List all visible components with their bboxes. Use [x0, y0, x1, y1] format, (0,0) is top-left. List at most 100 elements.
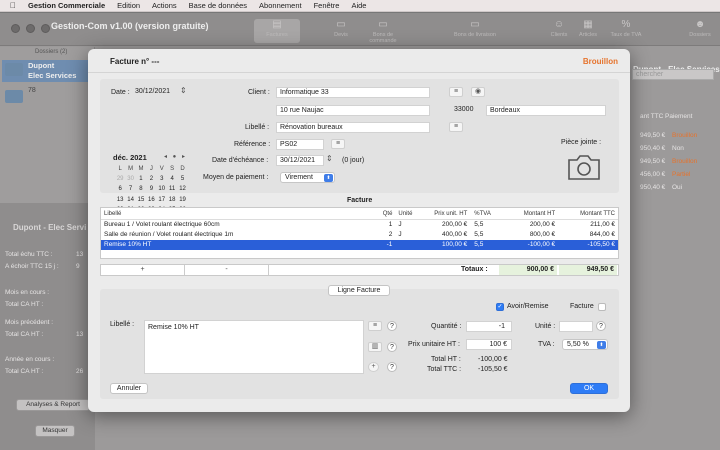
calendar-day[interactable]: 4 [167, 174, 177, 184]
toolbar-dossiers[interactable]: ☻ Dossiers [677, 19, 720, 38]
eye-icon[interactable]: ◉ [471, 87, 485, 97]
line-facture-button[interactable]: Ligne Facture [328, 285, 390, 296]
menu-app[interactable]: Gestion Commerciale [28, 1, 105, 10]
calendar-day[interactable]: 30 [125, 174, 135, 184]
avoir-checkbox[interactable]: ✓ [496, 303, 504, 311]
menu-database[interactable]: Base de données [189, 1, 247, 10]
column-header[interactable]: Qté [360, 208, 395, 219]
table-row[interactable]: Remise 10% HT -1 100,00 € 5,5 -100,00 € -105,… [101, 240, 618, 250]
help-icon[interactable]: ? [387, 342, 397, 352]
calendar-day[interactable]: 7 [125, 184, 135, 194]
price-field[interactable]: 100 € [466, 339, 512, 350]
list-icon[interactable]: ≡ [449, 122, 463, 132]
masquer-button[interactable]: Masquer [35, 425, 75, 437]
list-item-status[interactable]: Non [672, 145, 684, 152]
column-header[interactable]: Montant HT [498, 208, 558, 219]
column-header[interactable]: Unité [395, 208, 420, 219]
unit-field[interactable] [559, 321, 593, 332]
calendar-day[interactable]: 13 [115, 195, 125, 205]
calendar-day[interactable]: 18 [167, 195, 177, 205]
remove-line-button[interactable]: - [185, 265, 269, 275]
client-field[interactable]: Informatique 33 [276, 87, 430, 98]
toolbar-tva[interactable]: % Taux de TVA [603, 19, 649, 38]
list-item-amount[interactable]: 950,40 € [640, 145, 665, 152]
city-field[interactable]: Bordeaux [486, 105, 606, 116]
menu-edition[interactable]: Edition [117, 1, 140, 10]
column-header[interactable]: %TVA [470, 208, 498, 219]
column-header[interactable]: Libellé [101, 208, 360, 219]
zip-field[interactable]: 33000 [451, 105, 483, 116]
calendar-day[interactable]: 14 [125, 195, 135, 205]
calendar-day[interactable]: 29 [115, 174, 125, 184]
list-item-amount[interactable]: 949,50 € [640, 132, 665, 139]
facture-checkbox[interactable] [598, 303, 606, 311]
apple-menu[interactable]:  [10, 1, 16, 10]
column-header[interactable]: Prix unit. HT [420, 208, 470, 219]
toolbar-devis[interactable]: ▭ Devis [318, 19, 364, 38]
echeance-stepper[interactable]: ⇕ [326, 154, 333, 163]
payment-select[interactable]: Virement ⬍ [280, 172, 335, 183]
menu-actions[interactable]: Actions [152, 1, 177, 10]
line-libelle-field[interactable]: Remise 10% HT [144, 320, 364, 374]
calendar-day[interactable]: 6 [115, 184, 125, 194]
reference-field[interactable]: PS02 [276, 139, 324, 150]
sidebar-item-dupont[interactable]: Dupont Elec Services [28, 61, 76, 81]
cancel-button[interactable]: Annuler [110, 383, 148, 394]
stat-label: Total CA HT : [5, 331, 44, 338]
list-icon[interactable]: ≡ [331, 139, 345, 149]
search-input[interactable]: chercher [632, 69, 714, 80]
libelle-field[interactable]: Rénovation bureaux [276, 122, 430, 133]
toolbar-factures[interactable]: ▤ Factures [254, 19, 300, 43]
list-icon[interactable]: ≡ [368, 321, 382, 331]
list-item-status[interactable]: Brouillon [672, 132, 697, 139]
calendar-day[interactable]: 10 [157, 184, 167, 194]
list-item-amount[interactable]: 950,40 € [640, 184, 665, 191]
zoom-window-button[interactable] [41, 24, 50, 33]
list-item-status[interactable]: Partiel [672, 171, 690, 178]
menu-fenetre[interactable]: Fenêtre [314, 1, 340, 10]
calendar-day[interactable]: 2 [146, 174, 156, 184]
list-icon[interactable]: ≡ [449, 87, 463, 97]
toolbar-livraisons[interactable]: ▭ Bons de livraison [452, 19, 498, 38]
add-line-button[interactable]: + [101, 265, 185, 275]
calendar-day[interactable]: 3 [157, 174, 167, 184]
date-stepper[interactable]: ⇕ [180, 86, 187, 95]
date-field[interactable]: 30/12/2021 [132, 87, 180, 98]
calendar-day[interactable]: 12 [177, 184, 187, 194]
table-row[interactable]: Bureau 1 / Volet roulant électrique 60cm… [101, 220, 618, 230]
list-item-amount[interactable]: 456,00 € [640, 171, 665, 178]
calendar-day[interactable]: 15 [136, 195, 146, 205]
calendar-day[interactable]: 9 [146, 184, 156, 194]
calendar-day[interactable]: 19 [177, 195, 187, 205]
help-icon[interactable]: ? [387, 321, 397, 331]
minimize-window-button[interactable] [26, 24, 35, 33]
menu-abonnement[interactable]: Abonnement [259, 1, 302, 10]
analyses-button[interactable]: Analyses & Report [16, 399, 90, 411]
qty-field[interactable]: -1 [466, 321, 512, 332]
ok-button[interactable]: OK [570, 383, 608, 394]
list-item-status[interactable]: Oui [672, 184, 682, 191]
calendar-nav[interactable]: ◂ ● ▸ [164, 153, 187, 160]
menu-aide[interactable]: Aide [351, 1, 366, 10]
calendar-day[interactable]: 11 [167, 184, 177, 194]
sidebar-item-78[interactable]: 78 [28, 87, 36, 94]
table-row[interactable]: Salle de réunion / Volet roulant électri… [101, 230, 618, 240]
list-item-amount[interactable]: 949,50 € [640, 158, 665, 165]
calendar-day[interactable]: 8 [136, 184, 146, 194]
calendar-day[interactable]: 5 [177, 174, 187, 184]
close-window-button[interactable] [11, 24, 20, 33]
help-icon[interactable]: ? [596, 321, 606, 331]
camera-icon[interactable] [566, 153, 602, 181]
calendar-day[interactable]: 1 [136, 174, 146, 184]
tva-select[interactable]: 5,50 % ⬍ [562, 339, 608, 350]
book-icon[interactable]: ▥ [368, 342, 382, 352]
calendar-day[interactable]: 16 [146, 195, 156, 205]
address-field[interactable]: 10 rue Naujac [276, 105, 430, 116]
help-icon[interactable]: ? [387, 362, 397, 372]
echeance-field[interactable]: 30/12/2021 [276, 155, 324, 166]
toolbar-commandes[interactable]: ▭ Bons de commande [360, 19, 406, 44]
column-header[interactable]: Montant TTC [558, 208, 618, 219]
list-item-status[interactable]: Brouillon [672, 158, 697, 165]
calendar-day[interactable]: 17 [157, 195, 167, 205]
add-icon[interactable]: + [368, 362, 379, 372]
